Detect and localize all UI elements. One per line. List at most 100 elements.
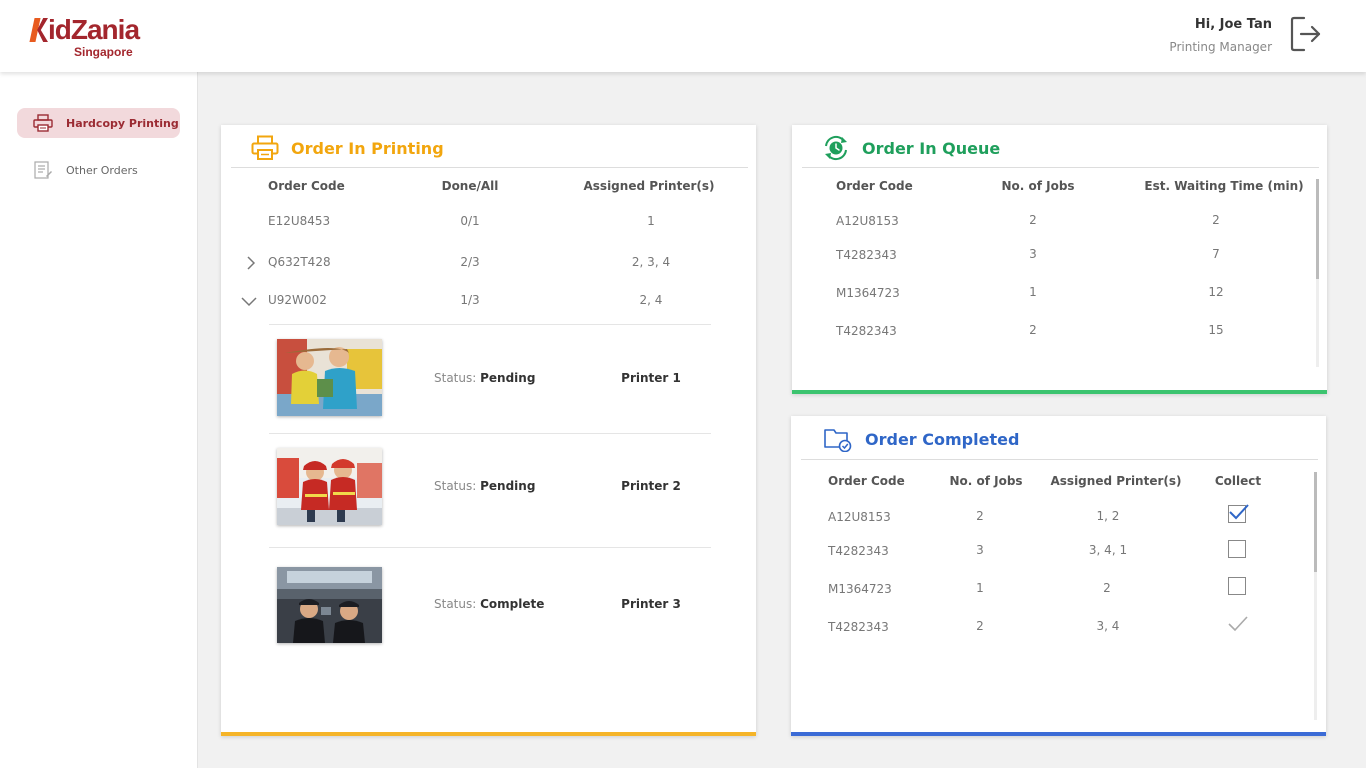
card-title: Order In Queue — [862, 138, 1001, 158]
sidebar-item-hardcopy-printing[interactable]: Hardcopy Printing — [17, 108, 180, 138]
sidebar-item-label: Hardcopy Printing — [66, 116, 179, 130]
order-code[interactable]: Q632T428 — [268, 255, 331, 269]
wait-time: 2 — [1212, 213, 1220, 227]
column-header: Order Code — [268, 179, 345, 193]
status-value: Pending — [480, 479, 536, 493]
column-header: Done/All — [441, 179, 499, 193]
order-code[interactable]: T4282343 — [836, 324, 897, 338]
photo-kids-pilots — [277, 567, 382, 643]
status-label: Status: — [434, 371, 477, 385]
column-header: Est. Waiting Time (min) — [1144, 179, 1304, 193]
chevron-down-icon[interactable] — [240, 293, 258, 311]
assigned-printers: 1, 2 — [1096, 509, 1120, 523]
card-header: Order In Printing — [251, 135, 444, 161]
job-count: 2 — [1029, 323, 1037, 337]
order-code[interactable]: T4282343 — [836, 248, 897, 262]
job-photo-thumbnail[interactable] — [277, 339, 382, 416]
status-label: Status: — [434, 597, 477, 611]
column-header: No. of Jobs — [949, 474, 1023, 488]
assigned-printers: 3, 4 — [1096, 619, 1120, 633]
job-printer: Printer 1 — [621, 371, 681, 385]
photo-kids-playing — [277, 339, 382, 416]
order-code[interactable]: M1364723 — [828, 582, 892, 596]
job-status: Status: Complete — [434, 597, 544, 611]
job-count: 2 — [976, 509, 984, 523]
printer-icon — [33, 114, 53, 132]
collect-checkbox-checked[interactable] — [1228, 504, 1249, 523]
collected-checkmark-icon[interactable] — [1227, 615, 1249, 633]
scrollbar-thumb[interactable] — [1316, 179, 1319, 279]
job-count: 2 — [1029, 213, 1037, 227]
clock-refresh-icon — [825, 135, 847, 161]
status-value: Pending — [480, 371, 536, 385]
assigned-printers: 1 — [647, 214, 655, 228]
user-info: Hi, Joe Tan Printing Manager — [1169, 16, 1272, 60]
row-divider — [269, 547, 711, 548]
accent-bar — [791, 732, 1326, 736]
wait-time: 15 — [1208, 323, 1224, 337]
top-header: KidZaniaidZania Singapore Hi, Joe Tan Pr… — [0, 0, 1366, 72]
card-header: Order In Queue — [822, 135, 1000, 161]
order-code[interactable]: U92W002 — [268, 293, 327, 307]
assigned-printers: 2 — [1103, 581, 1111, 595]
queue-scrollbar[interactable] — [1316, 179, 1319, 367]
user-role: Printing Manager — [1169, 40, 1272, 54]
collect-checkbox[interactable] — [1228, 577, 1246, 595]
job-printer: Printer 3 — [621, 597, 681, 611]
scrollbar-thumb[interactable] — [1314, 472, 1317, 572]
order-in-queue-card: Order In Queue Order Code No. of Jobs Es… — [792, 125, 1327, 394]
done-count: 1/3 — [460, 293, 480, 307]
order-code[interactable]: T4282343 — [828, 544, 889, 558]
assigned-printers: 3, 4, 1 — [1088, 543, 1128, 557]
job-photo-thumbnail[interactable] — [277, 567, 382, 643]
wait-time: 7 — [1212, 247, 1220, 261]
order-in-printing-card: Order In Printing Order Code Done/All As… — [221, 125, 756, 736]
order-code[interactable]: T4282343 — [828, 620, 889, 634]
title-divider — [801, 459, 1318, 460]
job-count: 2 — [976, 619, 984, 633]
job-count: 1 — [1029, 285, 1037, 299]
chevron-right-icon[interactable] — [242, 254, 260, 272]
logo-k-mark — [29, 18, 48, 44]
logo-wordmark: KidZaniaidZania — [29, 14, 140, 46]
job-photo-thumbnail[interactable] — [277, 448, 382, 525]
order-code[interactable]: E12U8453 — [268, 214, 330, 228]
status-value: Complete — [480, 597, 545, 611]
column-header: Collect — [1214, 474, 1262, 488]
completed-scrollbar[interactable] — [1314, 472, 1317, 720]
list-icon — [34, 161, 52, 179]
column-header: Order Code — [828, 474, 905, 488]
row-divider — [269, 324, 711, 325]
card-header: Order Completed — [823, 426, 1019, 452]
kidzania-logo[interactable]: KidZaniaidZania Singapore — [29, 14, 170, 62]
done-count: 0/1 — [460, 214, 480, 228]
order-code[interactable]: M1364723 — [836, 286, 900, 300]
job-status: Status: Pending — [434, 479, 535, 493]
sidebar-item-other-orders[interactable]: Other Orders — [17, 155, 180, 185]
wait-time: 12 — [1208, 285, 1224, 299]
sidebar: Hardcopy Printing Other Orders — [0, 72, 198, 768]
column-header: No. of Jobs — [1001, 179, 1075, 193]
collect-checkbox[interactable] — [1228, 540, 1246, 558]
card-title: Order Completed — [865, 429, 1020, 449]
title-divider — [802, 167, 1319, 168]
accent-bar — [221, 732, 756, 736]
column-header: Assigned Printer(s) — [1050, 474, 1182, 488]
printer-icon — [251, 135, 279, 160]
row-divider — [269, 433, 711, 434]
job-count: 3 — [976, 543, 984, 557]
folder-check-icon — [824, 429, 852, 452]
logo-subtext: Singapore — [74, 45, 133, 59]
title-divider — [231, 167, 748, 168]
column-header: Order Code — [836, 179, 913, 193]
status-label: Status: — [434, 479, 477, 493]
order-code[interactable]: A12U8153 — [828, 510, 891, 524]
order-code[interactable]: A12U8153 — [836, 214, 899, 228]
photo-kids-firefighters — [277, 448, 382, 525]
sidebar-item-label: Other Orders — [66, 163, 138, 177]
job-printer: Printer 2 — [621, 479, 681, 493]
assigned-printers: 2, 4 — [639, 293, 663, 307]
card-title: Order In Printing — [291, 138, 444, 158]
logout-button[interactable] — [1290, 16, 1322, 52]
job-count: 3 — [1029, 247, 1037, 261]
